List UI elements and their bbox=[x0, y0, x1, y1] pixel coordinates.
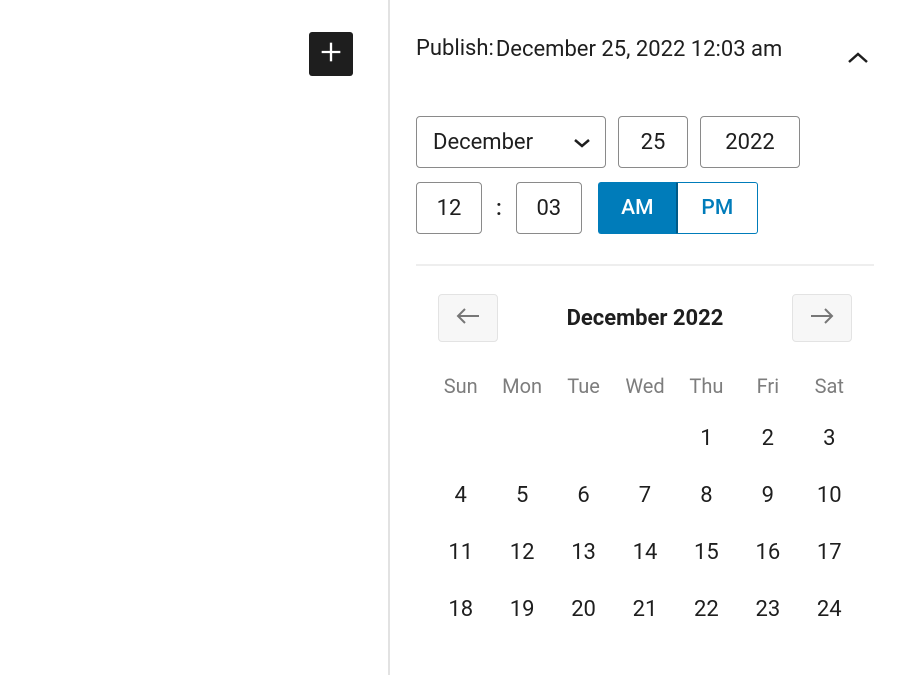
separator bbox=[416, 264, 874, 266]
calendar-day[interactable]: 19 bbox=[491, 583, 552, 636]
datetime-inputs: December 25 2022 12 : 03 bbox=[416, 116, 874, 234]
calendar-day[interactable]: 17 bbox=[799, 526, 860, 579]
month-select[interactable]: December bbox=[416, 116, 606, 168]
arrow-right-icon bbox=[809, 307, 835, 329]
year-input[interactable]: 2022 bbox=[700, 116, 800, 168]
plus-icon bbox=[317, 38, 345, 70]
calendar-header: December 2022 bbox=[416, 294, 874, 342]
day-of-week-header: Sun bbox=[430, 366, 491, 408]
am-button[interactable]: AM bbox=[598, 182, 678, 234]
day-of-week-header: Thu bbox=[676, 366, 737, 408]
publish-datetime: December 25, 2022 12:03 am bbox=[496, 36, 782, 65]
chevron-down-icon bbox=[573, 130, 591, 155]
calendar-empty-cell bbox=[553, 412, 614, 465]
time-colon: : bbox=[494, 196, 504, 221]
calendar-day[interactable]: 21 bbox=[614, 583, 675, 636]
calendar-day[interactable]: 22 bbox=[676, 583, 737, 636]
calendar-day[interactable]: 6 bbox=[553, 469, 614, 522]
day-of-week-header: Tue bbox=[553, 366, 614, 408]
publish-summary-row[interactable]: Publish: December 25, 2022 12:03 am bbox=[416, 36, 874, 74]
day-of-week-header: Sat bbox=[799, 366, 860, 408]
calendar-day[interactable]: 9 bbox=[737, 469, 798, 522]
calendar-day[interactable]: 2 bbox=[737, 412, 798, 465]
prev-month-button[interactable] bbox=[438, 294, 498, 342]
publish-label: Publish: bbox=[416, 36, 494, 61]
calendar-empty-cell bbox=[614, 412, 675, 465]
calendar-empty-cell bbox=[491, 412, 552, 465]
ampm-toggle: AM PM bbox=[598, 182, 758, 234]
calendar-day[interactable]: 8 bbox=[676, 469, 737, 522]
day-input[interactable]: 25 bbox=[618, 116, 688, 168]
calendar-day[interactable]: 14 bbox=[614, 526, 675, 579]
calendar-day[interactable]: 10 bbox=[799, 469, 860, 522]
calendar-day[interactable]: 4 bbox=[430, 469, 491, 522]
calendar-day[interactable]: 11 bbox=[430, 526, 491, 579]
calendar-day[interactable]: 3 bbox=[799, 412, 860, 465]
arrow-left-icon bbox=[455, 307, 481, 329]
calendar-grid: SunMonTueWedThuFriSat1234567891011121314… bbox=[416, 366, 874, 636]
calendar-day[interactable]: 16 bbox=[737, 526, 798, 579]
publish-panel: Publish: December 25, 2022 12:03 am Dece… bbox=[390, 0, 900, 636]
calendar-day[interactable]: 23 bbox=[737, 583, 798, 636]
calendar-day[interactable]: 5 bbox=[491, 469, 552, 522]
calendar-day[interactable]: 13 bbox=[553, 526, 614, 579]
calendar-day[interactable]: 7 bbox=[614, 469, 675, 522]
calendar-empty-cell bbox=[430, 412, 491, 465]
pm-button[interactable]: PM bbox=[678, 182, 758, 234]
add-block-button[interactable] bbox=[309, 32, 353, 76]
chevron-up-icon bbox=[842, 42, 874, 74]
calendar-day[interactable]: 18 bbox=[430, 583, 491, 636]
calendar-day[interactable]: 20 bbox=[553, 583, 614, 636]
month-value: December bbox=[433, 130, 533, 155]
day-of-week-header: Mon bbox=[491, 366, 552, 408]
calendar-day[interactable]: 15 bbox=[676, 526, 737, 579]
day-of-week-header: Fri bbox=[737, 366, 798, 408]
calendar-title: December 2022 bbox=[567, 306, 724, 331]
hour-input[interactable]: 12 bbox=[416, 182, 482, 234]
calendar-day[interactable]: 24 bbox=[799, 583, 860, 636]
day-of-week-header: Wed bbox=[614, 366, 675, 408]
calendar-day[interactable]: 12 bbox=[491, 526, 552, 579]
next-month-button[interactable] bbox=[792, 294, 852, 342]
minute-input[interactable]: 03 bbox=[516, 182, 582, 234]
calendar-day[interactable]: 1 bbox=[676, 412, 737, 465]
